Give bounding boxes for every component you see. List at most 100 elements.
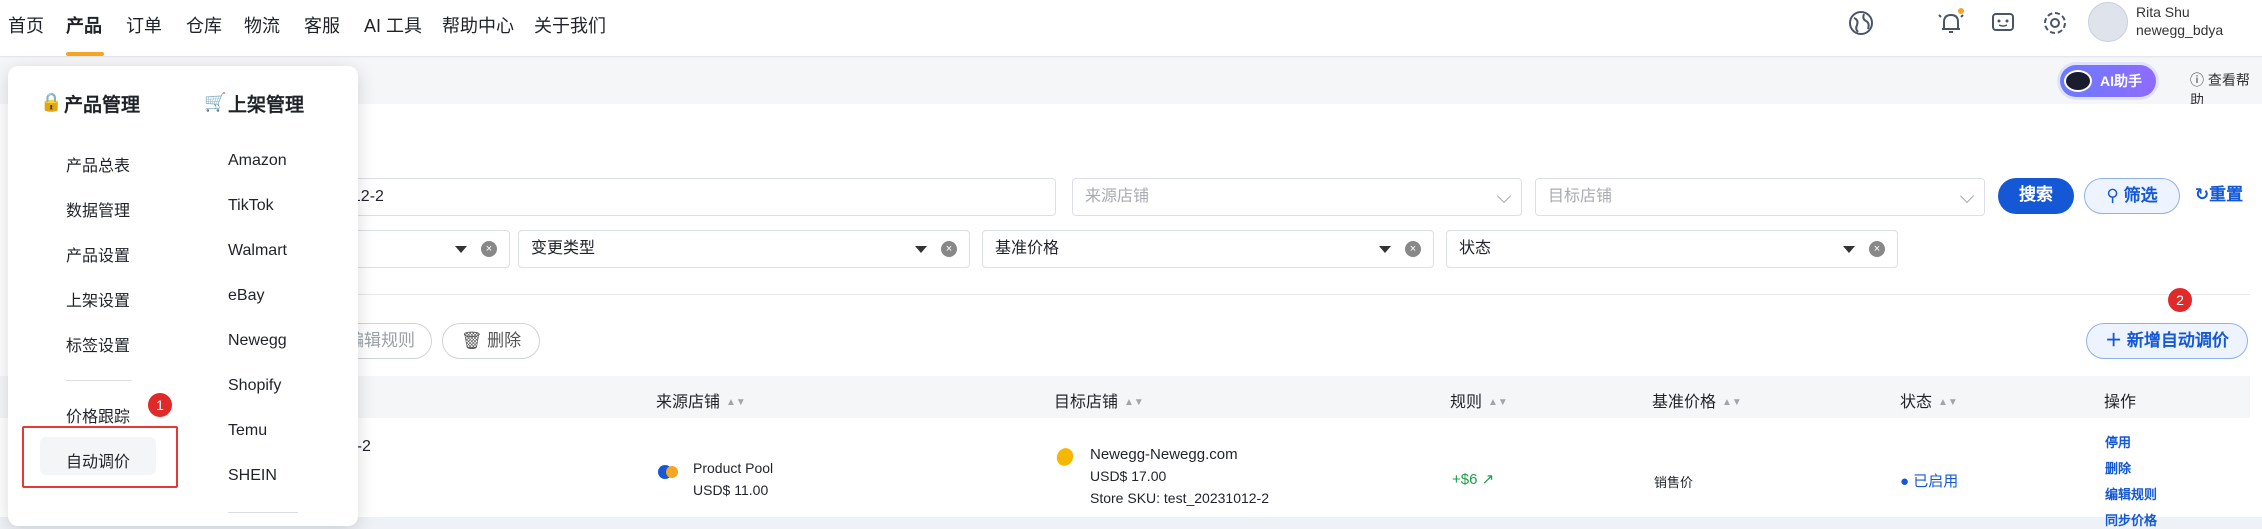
nav-help-center[interactable]: 帮助中心 <box>442 12 514 38</box>
menu-product-settings[interactable]: 产品设置 <box>66 242 130 266</box>
menu-ebay[interactable]: eBay <box>228 287 264 305</box>
col-rule[interactable]: 规则 ▲▼ <box>1450 388 1508 412</box>
clear-icon[interactable]: × <box>1405 241 1421 257</box>
plus-icon: ＋ <box>2105 331 2127 350</box>
source-store-name: Product Pool <box>693 460 774 476</box>
filter-label: 筛选 <box>2123 186 2158 205</box>
cart-icon: 🛒 <box>204 92 227 112</box>
product-pool-icon <box>657 462 678 480</box>
sort-icon: ▲▼ <box>1938 397 1958 409</box>
reset-label: 重置 <box>2209 185 2244 204</box>
menu-tiktok[interactable]: TikTok <box>228 197 274 215</box>
caret-down-icon <box>915 246 927 253</box>
col-base-price-label: 基准价格 <box>1652 394 1717 411</box>
col-target-store[interactable]: 目标店铺 ▲▼ <box>1054 388 1144 412</box>
nav-product[interactable]: 产品 <box>66 12 102 38</box>
menu-price-tracking[interactable]: 价格跟踪 <box>66 403 130 427</box>
step-badge-2: 2 <box>2168 288 2192 312</box>
menu-temu[interactable]: Temu <box>228 422 267 440</box>
status-label: 状态 <box>1459 240 1492 257</box>
nav-logistics[interactable]: 物流 <box>244 12 280 38</box>
reset-button[interactable]: ↻重置 <box>2186 178 2252 214</box>
caret-down-icon <box>455 246 467 253</box>
divider <box>350 294 2250 295</box>
sort-icon: ▲▼ <box>726 397 746 409</box>
menu-divider <box>66 380 132 381</box>
filter-button[interactable]: ⚲ 筛选 <box>2084 178 2180 214</box>
avatar[interactable] <box>2088 2 2128 42</box>
base-price-value: 销售价 <box>1654 475 1694 490</box>
target-price: USD$ 17.00 <box>1090 468 1167 484</box>
sync-price-link[interactable]: 同步价格 <box>2105 510 2157 529</box>
gear-icon[interactable] <box>2040 8 2070 38</box>
change-type-select[interactable]: 变更类型 × <box>518 230 970 268</box>
menu-amazon[interactable]: Amazon <box>228 152 287 170</box>
rule-value: +$6 ↗ <box>1452 470 1494 488</box>
col-status[interactable]: 状态 ▲▼ <box>1900 388 1958 412</box>
menu-newegg[interactable]: Newegg <box>228 332 287 350</box>
menu-tag-settings[interactable]: 标签设置 <box>66 332 130 356</box>
ai-assistant-label: AI助手 <box>2100 73 2142 89</box>
group-product-management: 产品管理 <box>64 95 141 116</box>
lock-bag-icon: 🔒 <box>40 92 63 112</box>
refresh-icon: ↻ <box>2194 185 2210 204</box>
menu-walmart[interactable]: Walmart <box>228 242 287 260</box>
top-navbar: 首页 产品 订单 仓库 物流 客服 AI 工具 帮助中心 关于我们 Rita S… <box>0 0 2262 57</box>
store-sku: Store SKU: test_20231012-2 <box>1090 490 1270 506</box>
filter-icon: ⚲ <box>2106 186 2124 205</box>
col-base-price[interactable]: 基准价格 ▲▼ <box>1652 388 1742 412</box>
rule-text: +$6 <box>1452 471 1478 488</box>
menu-auto-reprice[interactable]: 自动调价 <box>66 448 130 472</box>
nav-orders[interactable]: 订单 <box>126 12 162 38</box>
nav-home[interactable]: 首页 <box>8 12 44 38</box>
disable-link[interactable]: 停用 <box>2105 432 2131 451</box>
nav-ai-tools[interactable]: AI 工具 <box>364 12 422 38</box>
caret-down-icon <box>1379 246 1391 253</box>
menu-product-list[interactable]: 产品总表 <box>66 152 130 176</box>
globe-icon[interactable] <box>1846 8 1876 38</box>
nav-service[interactable]: 客服 <box>304 12 340 38</box>
sort-icon: ▲▼ <box>1722 397 1742 409</box>
target-store-placeholder: 目标店铺 <box>1548 188 1613 205</box>
clear-icon[interactable]: × <box>1869 241 1885 257</box>
status-badge: ● 已启用 <box>1900 473 1959 490</box>
col-source-store[interactable]: 来源店铺 ▲▼ <box>656 388 746 412</box>
change-type-label: 变更类型 <box>531 240 596 257</box>
menu-data-management[interactable]: 数据管理 <box>66 197 130 221</box>
delete-label: 删除 <box>487 331 522 350</box>
chevron-down-icon <box>1496 188 1512 204</box>
target-store-select[interactable]: 目标店铺 <box>1535 178 1985 216</box>
search-button[interactable]: 搜索 <box>1998 178 2074 214</box>
delete-link[interactable]: 删除 <box>2105 458 2131 477</box>
col-actions: 操作 <box>2104 394 2137 411</box>
clear-icon[interactable]: × <box>941 241 957 257</box>
add-auto-reprice-button[interactable]: ＋ 新增自动调价 <box>2086 323 2248 359</box>
keyword-input[interactable]: 012-2 <box>330 178 1056 216</box>
base-price-select[interactable]: 基准价格 × <box>982 230 1434 268</box>
edit-rule-link[interactable]: 编辑规则 <box>2105 484 2157 503</box>
add-label: 新增自动调价 <box>2126 331 2229 350</box>
menu-shein[interactable]: SHEIN <box>228 467 277 485</box>
menu-listing-settings[interactable]: 上架设置 <box>66 287 130 311</box>
nav-warehouse[interactable]: 仓库 <box>186 12 222 38</box>
clear-icon[interactable]: × <box>481 241 497 257</box>
menu-shopify[interactable]: Shopify <box>228 377 281 395</box>
sort-icon: ▲▼ <box>1124 397 1144 409</box>
message-icon[interactable] <box>1988 8 2018 38</box>
target-store-name: Newegg-Newegg.com <box>1090 446 1238 463</box>
group-listing-management: 上架管理 <box>228 95 305 116</box>
delete-button[interactable]: 🗑 删除 <box>442 323 540 359</box>
nav-active-indicator <box>66 52 104 56</box>
caret-down-icon <box>1843 246 1855 253</box>
source-store-select[interactable]: 来源店铺 <box>1072 178 1522 216</box>
status-select[interactable]: 状态 × <box>1446 230 1898 268</box>
step-badge-1: 1 <box>148 393 172 417</box>
source-store-placeholder: 来源店铺 <box>1085 188 1150 205</box>
user-account: newegg_bdya <box>2136 22 2224 38</box>
col-source-store-label: 来源店铺 <box>656 394 721 411</box>
status-text: 已启用 <box>1913 473 1959 490</box>
nav-about[interactable]: 关于我们 <box>534 12 606 38</box>
bell-icon[interactable] <box>1936 8 1966 38</box>
menu-divider <box>228 512 298 513</box>
col-target-store-label: 目标店铺 <box>1054 394 1119 411</box>
